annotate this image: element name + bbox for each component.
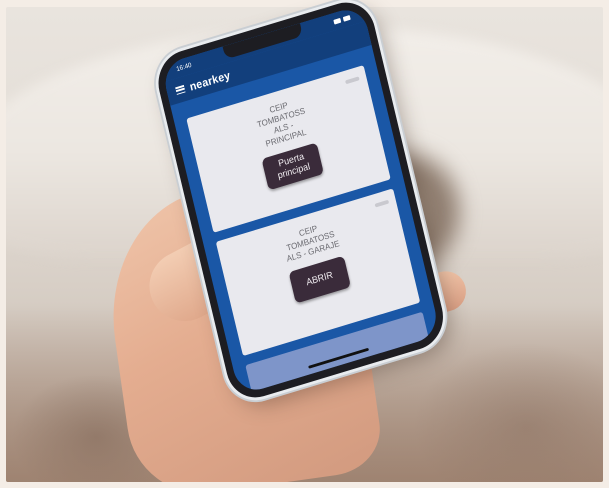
card-tag (374, 199, 390, 208)
status-time: 16:40 (175, 61, 193, 73)
menu-icon[interactable] (175, 84, 186, 95)
open-door-button[interactable]: ABRIR (288, 255, 352, 304)
card-tag (345, 76, 360, 85)
signal-icon (333, 17, 342, 25)
open-door-button[interactable]: Puerta principal (261, 142, 324, 191)
door-title: CEIP TOMBATOSS ALS - PRINCIPAL (256, 100, 308, 149)
status-icons (333, 14, 351, 25)
app-brand: nearkey (188, 68, 232, 94)
battery-icon (342, 14, 351, 22)
